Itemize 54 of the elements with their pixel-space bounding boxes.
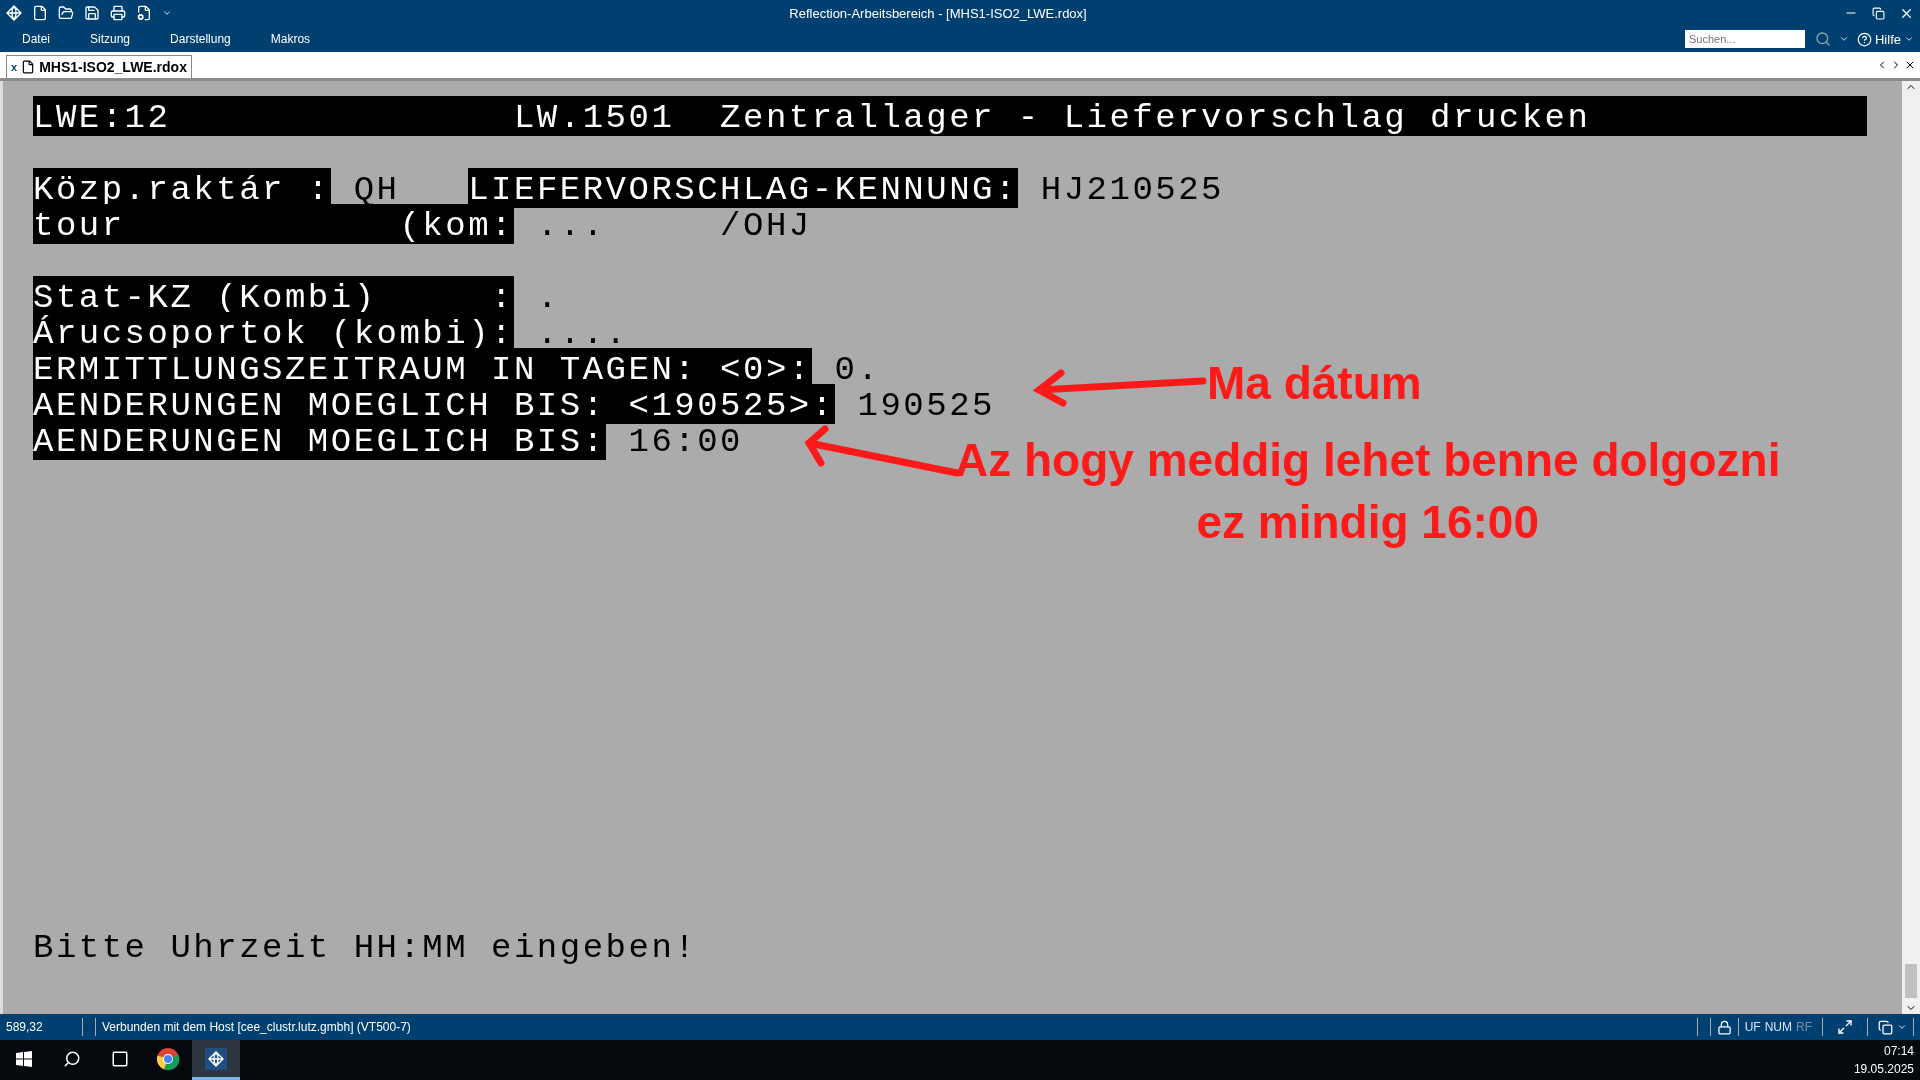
prompt-message: Bitte Uhrzeit HH:MM eingeben! — [33, 928, 698, 966]
document-icon — [21, 60, 36, 74]
search-icon[interactable] — [63, 1049, 81, 1068]
menu-item[interactable]: Sitzung — [90, 32, 131, 46]
clock-time: 07:14 — [1883, 1043, 1914, 1060]
app-logo-icon[interactable] — [6, 5, 22, 21]
annotation-text: ez mindig 16:00 — [1195, 495, 1540, 550]
help-button[interactable]: Hilfe — [1857, 31, 1914, 47]
caret-icon[interactable] — [162, 8, 172, 18]
menu-item[interactable]: Makros — [270, 32, 311, 46]
field-value: 0. — [833, 350, 881, 388]
save-icon[interactable] — [84, 5, 100, 21]
search-field[interactable]: Suchen... — [1685, 30, 1805, 48]
caret-icon[interactable] — [1839, 34, 1849, 44]
document-settings-icon[interactable] — [136, 5, 152, 21]
close-icon[interactable] — [1904, 59, 1916, 71]
status-indicator: UF — [1744, 1020, 1761, 1034]
start-icon[interactable] — [16, 1050, 32, 1067]
app-logo-icon — [208, 1050, 224, 1067]
connection-status: Verbunden mit dem Host [cee_clustr.lutz.gmbh] (VT500-7) — [102, 1020, 411, 1034]
clock-date: 19.05.2025 — [1853, 1061, 1914, 1078]
open-folder-icon[interactable] — [58, 5, 74, 21]
field-label: tour (kom: — [33, 204, 514, 244]
caret-icon[interactable] — [1897, 1022, 1907, 1032]
tab-close[interactable]: x — [11, 61, 18, 73]
field-label: AENDERUNGEN MOEGLICH BIS: <190525>: — [33, 384, 835, 424]
windows-icon[interactable] — [1878, 1019, 1893, 1035]
window-title: Reflection-Arbeitsbereich - [MHS1-ISO2_LWE.rdox] — [788, 5, 1088, 21]
field-value: ... /OHJ — [535, 206, 812, 244]
status-indicator: RF — [1796, 1020, 1812, 1034]
browser-icon — [156, 1046, 180, 1071]
screen-header: LWE:12 LW.1501 Zentrallager - Liefervorschlag drucken — [33, 96, 1867, 136]
restore-icon[interactable] — [1872, 6, 1885, 20]
new-file-icon[interactable] — [32, 5, 48, 21]
menu-item[interactable]: Darstellung — [170, 32, 231, 46]
menu-item[interactable]: Datei — [22, 32, 50, 46]
field-value: 16:00 — [627, 422, 743, 460]
lock-icon[interactable] — [1716, 1019, 1732, 1035]
fullscreen-icon[interactable] — [1837, 1019, 1853, 1035]
annotation-text: Az hogy meddig lehet benne dolgozni — [955, 433, 1781, 488]
field-value: . — [535, 278, 560, 316]
session-tab[interactable]: x MHS1-ISO2_LWE.rdox — [6, 55, 192, 78]
scrollbar-thumb[interactable] — [1905, 964, 1917, 998]
annotation-text: Ma dátum — [1207, 356, 1422, 411]
field-value: HJ210525 — [1039, 170, 1224, 208]
print-icon[interactable] — [110, 5, 126, 21]
field-value: 190525 — [856, 386, 995, 424]
caret-icon — [1904, 34, 1914, 44]
help-icon — [1857, 31, 1872, 47]
taskbar-app[interactable] — [192, 1040, 240, 1080]
field-label: LIEFERVORSCHLAG-KENNUNG: — [468, 168, 1018, 208]
cursor-position: 589,32 — [5, 1020, 44, 1034]
task-view-icon[interactable] — [111, 1049, 129, 1068]
status-indicator: NUM — [1764, 1020, 1792, 1034]
